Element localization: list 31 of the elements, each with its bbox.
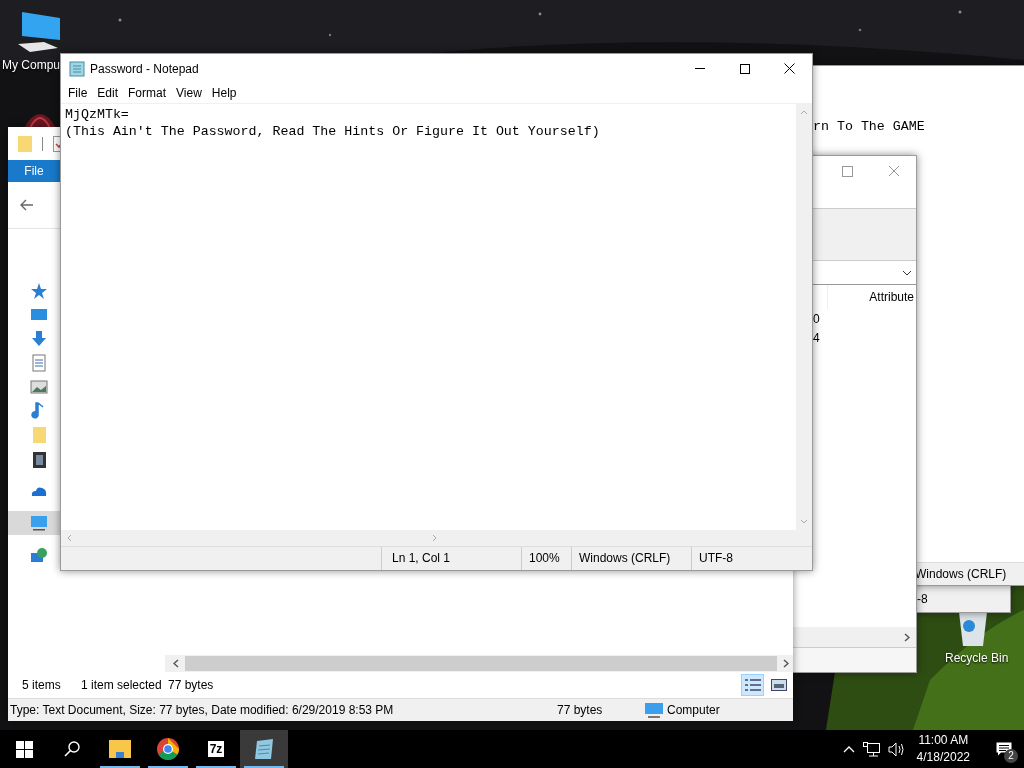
window-title: Password - Notepad <box>90 61 199 76</box>
status-text: -8 <box>917 592 928 606</box>
desktop-icon-label[interactable]: My Compu <box>2 58 60 72</box>
clock-date[interactable]: 4/18/2022 <box>916 749 970 766</box>
status-text: 100% <box>521 547 571 570</box>
status-text: 1 item selected <box>81 678 163 692</box>
archiver-taskbar-button[interactable]: 7z <box>192 730 240 768</box>
menu-item[interactable]: File <box>63 86 93 100</box>
menu-item[interactable]: Help <box>206 86 242 100</box>
size-text: 77 bytes <box>557 703 604 717</box>
notifications-button[interactable]: 2 <box>984 730 1024 768</box>
document-text: MjQzMTk= <box>65 106 130 123</box>
status-text: Ln 1, Col 1 <box>381 547 521 570</box>
status-text: UTF-8 <box>691 547 812 570</box>
status-text: Windows (CRLF) <box>571 547 691 570</box>
table-cell-text: 0 <box>813 312 821 327</box>
location-text: Computer <box>667 703 720 717</box>
desktop-icon-label[interactable]: Recycle Bin <box>945 651 1009 665</box>
document-text: rn To The GAME <box>813 119 925 134</box>
status-text: 77 bytes <box>168 678 214 692</box>
table-cell-text: 4 <box>813 331 821 346</box>
document-text: (This Ain't The Password, Read The Hints Or Figure It Out Yourself) <box>65 123 601 140</box>
details-text: Type: Text Document, Size: 77 bytes, Date modified: 6/29/2019 8:53 PM <box>10 703 395 717</box>
status-text: Windows (CRLF) <box>915 567 1007 581</box>
menu-item[interactable]: View <box>171 86 207 100</box>
status-text: 5 items <box>22 678 62 692</box>
column-header[interactable]: Attribute <box>869 290 914 304</box>
clock-time[interactable]: 11:00 AM <box>918 732 969 749</box>
menu-item[interactable]: Format <box>123 86 172 100</box>
file-tab[interactable]: File <box>8 160 60 182</box>
menu-item[interactable]: Edit <box>92 86 124 100</box>
